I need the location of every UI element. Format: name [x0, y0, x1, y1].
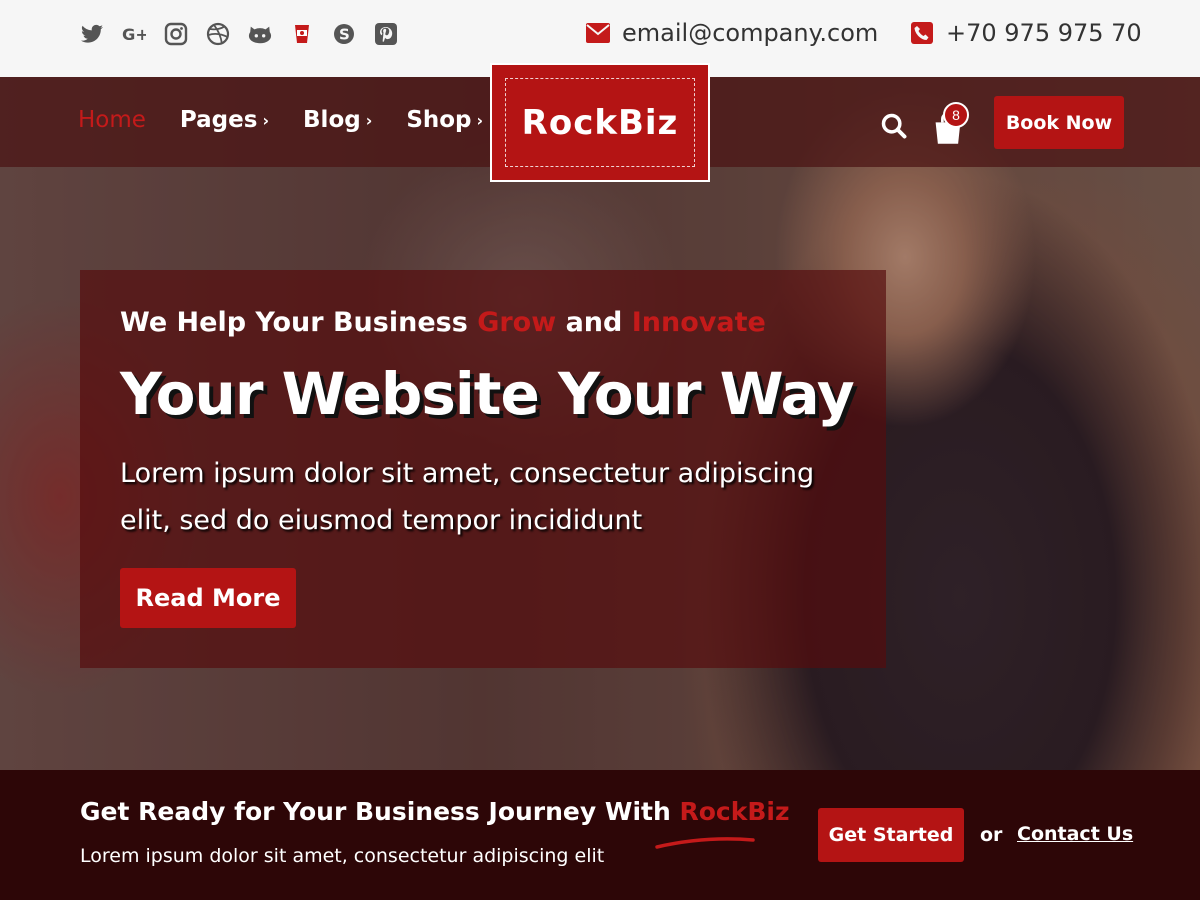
cta-title-text: Get Ready for Your Business Journey With — [80, 797, 680, 826]
phone-icon — [911, 22, 933, 44]
hero-headline: Your Website Your Way — [120, 360, 855, 428]
nav-item-home[interactable]: Home — [78, 107, 146, 133]
book-now-button[interactable]: Book Now — [994, 96, 1124, 149]
tagline-part: and — [556, 307, 632, 338]
search-icon[interactable] — [880, 112, 908, 140]
envelope-icon — [586, 23, 610, 43]
or-separator: or — [980, 824, 1003, 846]
google-plus-icon[interactable]: G+ — [120, 20, 148, 48]
contact-email[interactable]: email@company.com — [586, 19, 878, 47]
tagline-part: We Help Your Business — [120, 307, 478, 338]
svg-text:S: S — [339, 26, 350, 44]
svg-text:G+: G+ — [122, 25, 146, 44]
swoosh-underline-icon — [655, 837, 755, 849]
chevron-right-icon: › — [262, 110, 270, 130]
tagline-highlight-grow: Grow — [477, 307, 557, 338]
nav-item-label: Blog — [303, 107, 361, 133]
site-logo[interactable]: RockBiz — [490, 63, 710, 182]
hero-tagline: We Help Your Business Grow and Innovate — [120, 307, 766, 338]
hero-description: Lorem ipsum dolor sit amet, consectetur … — [120, 458, 815, 536]
dribbble-icon[interactable] — [204, 20, 232, 48]
cta-title: Get Ready for Your Business Journey With… — [80, 797, 790, 826]
contact-phone[interactable]: +70 975 975 70 — [910, 19, 1142, 47]
chevron-right-icon: › — [476, 110, 484, 130]
tagline-highlight-innovate: Innovate — [631, 307, 766, 338]
cta-brand-name: RockBiz — [679, 797, 790, 826]
chevron-right-icon: › — [365, 110, 373, 130]
github-icon[interactable] — [246, 20, 274, 48]
nav-item-blog[interactable]: Blog › — [303, 107, 372, 133]
cta-subtitle: Lorem ipsum dolor sit amet, consectetur … — [80, 845, 605, 867]
yelp-icon[interactable] — [288, 20, 316, 48]
email-text: email@company.com — [622, 19, 879, 47]
pinterest-icon[interactable] — [372, 20, 400, 48]
read-more-button[interactable]: Read More — [120, 568, 296, 628]
logo-text: RockBiz — [505, 78, 695, 167]
social-links: G+ S — [78, 20, 400, 48]
nav-item-label: Home — [78, 107, 146, 133]
nav-item-label: Shop — [406, 107, 472, 133]
nav-item-shop[interactable]: Shop › — [406, 107, 483, 133]
skype-icon[interactable]: S — [330, 20, 358, 48]
nav-item-pages[interactable]: Pages › — [180, 107, 269, 133]
cart-count-badge: 8 — [943, 102, 969, 128]
nav-menu: Home Pages › Blog › Shop › — [78, 107, 483, 133]
get-started-button[interactable]: Get Started — [818, 808, 964, 862]
twitter-icon[interactable] — [78, 20, 106, 48]
instagram-icon[interactable] — [162, 20, 190, 48]
phone-text: +70 975 975 70 — [946, 19, 1142, 47]
contact-us-link[interactable]: Contact Us — [1017, 823, 1133, 845]
nav-item-label: Pages — [179, 107, 258, 133]
